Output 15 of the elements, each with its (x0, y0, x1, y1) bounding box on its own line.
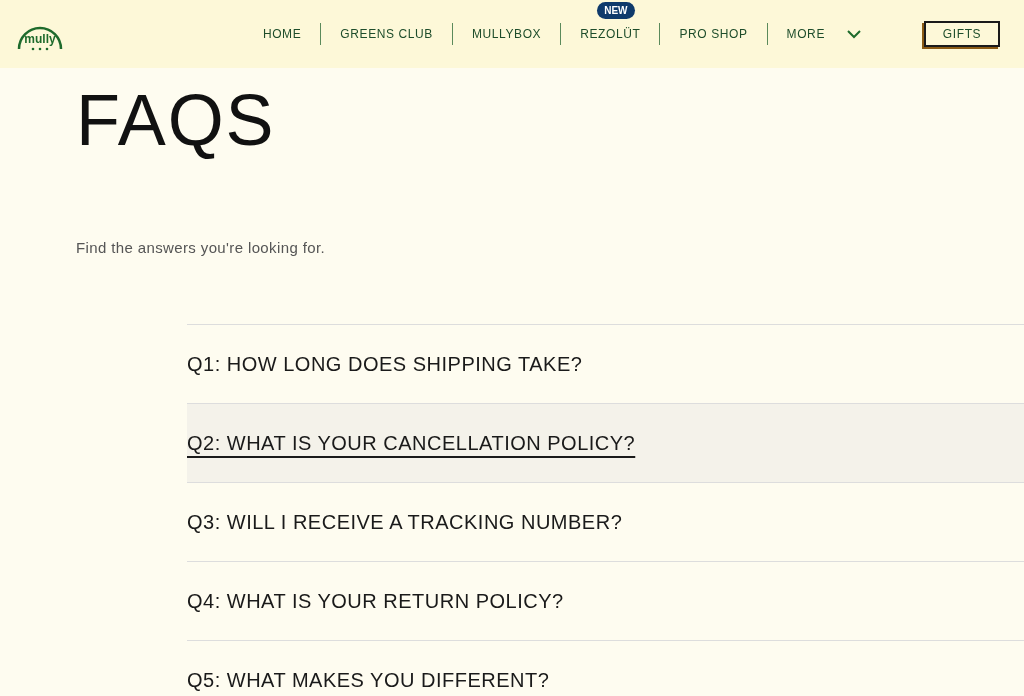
faq-item[interactable]: Q4: WHAT IS YOUR RETURN POLICY? (187, 561, 1024, 641)
faq-item[interactable]: Q2: WHAT IS YOUR CANCELLATION POLICY? (187, 403, 1024, 483)
nav-link[interactable]: HOME (262, 25, 302, 43)
nav-link[interactable]: MORE (786, 25, 825, 43)
nav-link[interactable]: MULLYBOX (471, 25, 542, 43)
new-badge: NEW (597, 2, 635, 19)
faq-item[interactable]: Q3: WILL I RECEIVE A TRACKING NUMBER? (187, 482, 1024, 562)
chevron-down-icon[interactable] (847, 29, 861, 39)
page-subtitle: Find the answers you're looking for. (76, 238, 325, 258)
faq-item[interactable]: Q1: HOW LONG DOES SHIPPING TAKE? (187, 324, 1024, 404)
nav-link[interactable]: PRO SHOP (679, 25, 748, 43)
gifts-button[interactable]: GIFTS (924, 21, 1000, 47)
nav-link[interactable]: GREENS CLUB (340, 25, 433, 43)
nav-link[interactable]: REZOLÜT (580, 25, 641, 43)
faq-item[interactable]: Q5: WHAT MAKES YOU DIFFERENT? (187, 640, 1024, 696)
